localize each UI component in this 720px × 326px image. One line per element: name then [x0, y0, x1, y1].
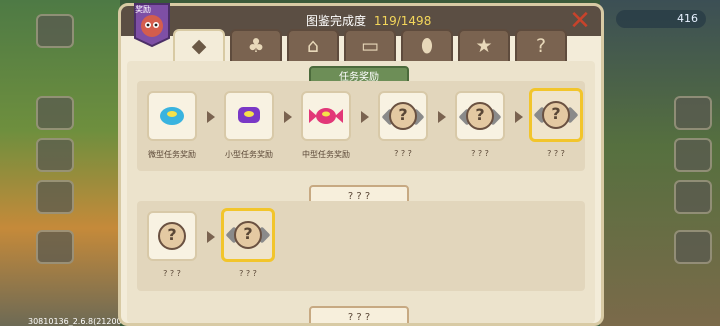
reward-label: 微型任务奖励: [148, 150, 196, 159]
chest-icon: ▭: [361, 35, 379, 57]
arrow-icon: [207, 111, 215, 123]
completion-title: 图鉴完成度: [306, 14, 367, 28]
right-hud-button-2[interactable]: [674, 138, 712, 172]
left-hud-button-5[interactable]: [36, 230, 74, 264]
reward-item-micro[interactable]: [147, 91, 197, 141]
reward-label: ? ? ?: [471, 149, 489, 158]
left-hud-button-1[interactable]: [36, 14, 74, 48]
tab-egg[interactable]: ⬮: [401, 29, 453, 63]
gem-icon: ◆: [191, 35, 207, 57]
blue-candy-icon: [160, 107, 184, 125]
reward-item-medium[interactable]: [301, 91, 351, 141]
tab-star[interactable]: ★: [458, 29, 510, 63]
page-title: 图鉴完成度 119/1498: [306, 12, 431, 29]
reward-list[interactable]: 任务奖励 微型任务奖励 小型任务奖励 中型任务奖励 ? ? ? ? ? ? ? …: [127, 61, 595, 323]
reward-item-small[interactable]: [224, 91, 274, 141]
reward-item-locked[interactable]: ?: [147, 211, 197, 261]
locked-reward-icon: ?: [158, 222, 186, 250]
locked-reward-icon: ?: [234, 221, 262, 249]
arrow-icon: [284, 111, 292, 123]
collection-panel: 图鉴完成度 119/1498 ✕ 奖励 ◆ ♣ ⌂ ▭ ⬮ ★ ? 任务奖励 微…: [118, 3, 604, 326]
arrow-icon: [515, 111, 523, 123]
house-icon: ⌂: [306, 35, 320, 57]
right-hud-button-1[interactable]: [674, 96, 712, 130]
question-icon: ?: [535, 35, 547, 57]
reward-label: ? ? ?: [394, 149, 412, 158]
purple-candy-icon: [238, 107, 260, 123]
reward-item-locked[interactable]: ?: [378, 91, 428, 141]
tab-chest[interactable]: ▭: [344, 29, 396, 63]
tab-house[interactable]: ⌂: [287, 29, 339, 63]
unknown-reward-section: ? ? ? ? ? ? ? ?: [137, 201, 585, 291]
section-title-unknown: ? ? ?: [309, 306, 409, 323]
reward-item-locked-gold[interactable]: ?: [529, 88, 583, 142]
arrow-icon: [207, 231, 215, 243]
hud-counter: 416: [616, 10, 706, 28]
completion-count: 119/1498: [373, 14, 432, 28]
locked-reward-icon: ?: [542, 101, 570, 129]
clover-icon: ♣: [247, 35, 265, 57]
arrow-icon: [361, 111, 369, 123]
badge-label: 奖励: [135, 5, 151, 14]
reward-label: ? ? ?: [547, 149, 565, 158]
right-hud-button-4[interactable]: [674, 230, 712, 264]
reward-label: ? ? ?: [239, 269, 257, 278]
reward-item-locked[interactable]: ?: [455, 91, 505, 141]
reward-item-locked-gold[interactable]: ?: [221, 208, 275, 262]
tab-clover[interactable]: ♣: [230, 29, 282, 63]
locked-reward-icon: ?: [466, 102, 494, 130]
reward-label: 小型任务奖励: [225, 150, 273, 159]
left-hud-button-4[interactable]: [36, 180, 74, 214]
left-hud-button-2[interactable]: [36, 96, 74, 130]
tab-gems[interactable]: ◆: [173, 29, 225, 65]
egg-icon: ⬮: [421, 35, 433, 57]
left-hud-button-3[interactable]: [36, 138, 74, 172]
locked-reward-icon: ?: [389, 102, 417, 130]
reward-label: 中型任务奖励: [302, 150, 350, 159]
tab-question[interactable]: ?: [515, 29, 567, 63]
right-hud-button-3[interactable]: [674, 180, 712, 214]
task-reward-section: 微型任务奖励 小型任务奖励 中型任务奖励 ? ? ? ? ? ? ? ? ? ?…: [137, 81, 585, 171]
arrow-icon: [438, 111, 446, 123]
star-icon: ★: [475, 35, 493, 57]
pink-candy-icon: [309, 108, 343, 124]
close-icon[interactable]: ✕: [567, 8, 593, 34]
reward-label: ? ? ?: [163, 269, 181, 278]
